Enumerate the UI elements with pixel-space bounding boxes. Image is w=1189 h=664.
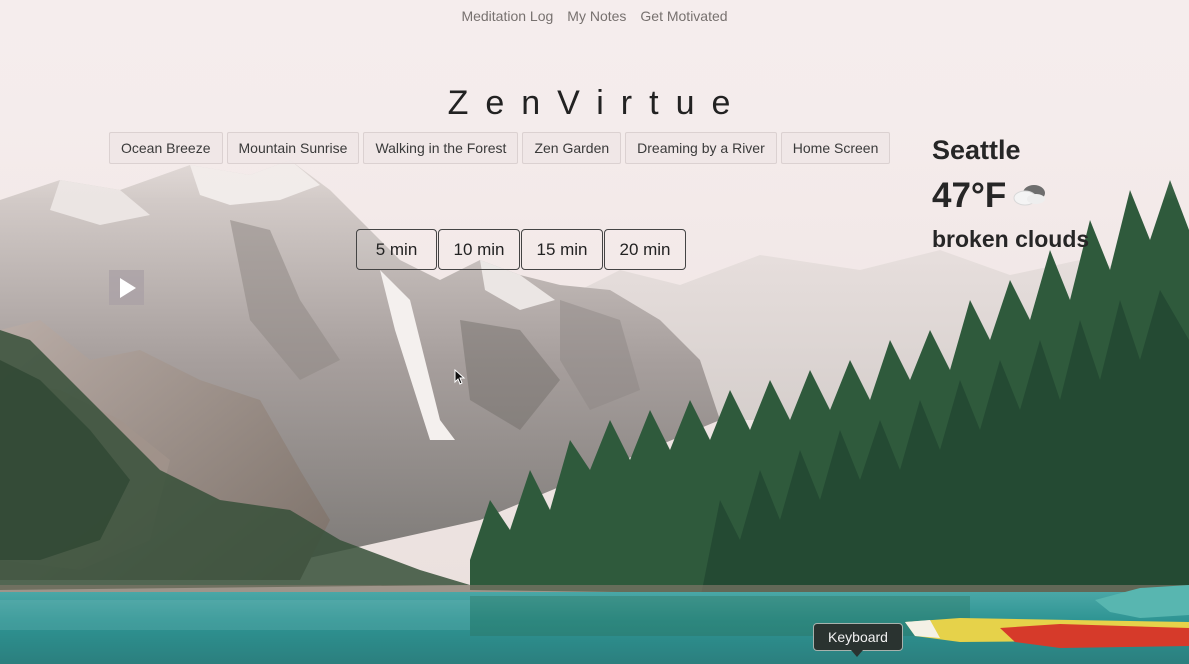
scene-dreaming-river-button[interactable]: Dreaming by a River (625, 132, 777, 164)
scene-zen-garden-button[interactable]: Zen Garden (522, 132, 622, 164)
duration-10-min-button[interactable]: 10 min (438, 229, 520, 270)
duration-selector: 5 min 10 min 15 min 20 min (356, 229, 686, 270)
scene-ocean-breeze-button[interactable]: Ocean Breeze (109, 132, 223, 164)
weather-temperature: 47°F (932, 176, 1007, 215)
keyboard-tooltip: Keyboard (813, 623, 903, 651)
weather-widget: Seattle 47°F broken clouds (932, 134, 1089, 254)
nav-meditation-log[interactable]: Meditation Log (461, 8, 553, 24)
scene-walking-forest-button[interactable]: Walking in the Forest (363, 132, 519, 164)
nav-get-motivated[interactable]: Get Motivated (640, 8, 727, 24)
duration-15-min-button[interactable]: 15 min (521, 229, 603, 270)
app-window: Meditation Log My Notes Get Motivated Ze… (0, 0, 1189, 664)
nav-my-notes[interactable]: My Notes (567, 8, 626, 24)
duration-5-min-button[interactable]: 5 min (356, 229, 437, 270)
play-button[interactable] (109, 270, 144, 305)
app-title-text: ZenVirtue (447, 84, 748, 122)
tooltip-arrow (851, 650, 863, 657)
weather-description: broken clouds (932, 226, 1090, 252)
weather-city: Seattle (932, 135, 1021, 165)
scene-selector: Ocean Breeze Mountain Sunrise Walking in… (109, 132, 891, 164)
mouse-cursor-icon (454, 369, 466, 385)
top-nav: Meditation Log My Notes Get Motivated (0, 8, 1189, 24)
app-title: ZenVirtue (0, 84, 1189, 123)
scene-mountain-sunrise-button[interactable]: Mountain Sunrise (226, 132, 360, 164)
duration-20-min-button[interactable]: 20 min (604, 229, 686, 270)
broken-clouds-icon (1010, 181, 1050, 212)
weather-temp-row: 47°F (932, 176, 1089, 216)
play-icon (119, 277, 136, 298)
home-screen-button[interactable]: Home Screen (780, 132, 891, 164)
